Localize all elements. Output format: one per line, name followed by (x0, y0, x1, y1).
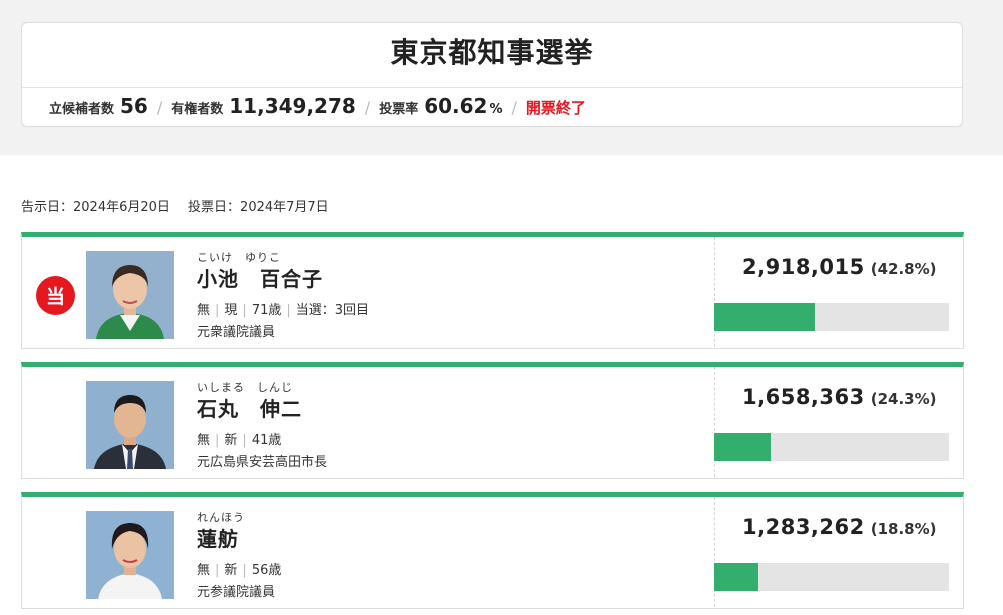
stats-row: 立候補者数 56 / 有権者数 11,349,278 / 投票率 60.62 %… (22, 88, 962, 118)
vote-count: 2,918,015 (742, 255, 865, 279)
candidate-party: 無 (197, 433, 211, 448)
candidate-status: 新 (224, 563, 238, 578)
candidate-age: 41歳 (251, 433, 282, 448)
candidate-career: 元参議院議員 (197, 585, 276, 600)
turnout-value: 60.62 (424, 94, 488, 118)
candidate-wins: 当選：3回目 (295, 303, 370, 318)
candidate-photo (86, 381, 174, 469)
announcement-date: 告示日：2024年6月20日 (21, 200, 170, 215)
candidate-age: 71歳 (251, 303, 282, 318)
summary-band: 東京都知事選挙 立候補者数 56 / 有権者数 11,349,278 / 投票率… (0, 0, 1003, 155)
vote-share-fill (714, 303, 815, 331)
candidate-party: 無 (197, 563, 211, 578)
count-status-badge: 開票終了 (525, 99, 586, 117)
elected-badge: 当 (36, 276, 75, 315)
stat-separator: / (364, 98, 371, 117)
election-summary: 東京都知事選挙 立候補者数 56 / 有権者数 11,349,278 / 投票率… (21, 22, 963, 127)
candidate-card[interactable]: いしまる しんじ 石丸 伸二 無 | 新 | 41歳 元広島県安芸高田市長 1,658,… (21, 362, 964, 479)
candidate-name[interactable]: 石丸 伸二 (197, 393, 302, 422)
vote-share-fill (714, 433, 772, 461)
candidate-photo (86, 251, 174, 339)
candidates-count-label: 立候補者数 (49, 102, 115, 117)
candidate-career: 元広島県安芸高田市長 (197, 455, 328, 470)
page-title: 東京都知事選挙 (22, 23, 962, 88)
candidate-card[interactable]: れんほう 蓮舫 無 | 新 | 56歳 元参議院議員 1,283,262 (18.8%) (21, 492, 964, 609)
stat-separator: / (156, 98, 163, 117)
candidate-name[interactable]: 小池 百合子 (197, 263, 323, 292)
candidate-status: 新 (224, 433, 238, 448)
stat-separator: / (511, 98, 517, 117)
election-dates: 告示日：2024年6月20日 投票日：2024年7月7日 (21, 196, 343, 215)
vote-percent: (42.8%) (870, 260, 937, 278)
candidate-card[interactable]: 当 こいけ ゆりこ 小池 百合子 無 | 現 | 71歳 | 当選：3回目 元衆議院議員 2… (21, 232, 964, 349)
vote-share-fill (714, 563, 759, 591)
vote-share-bar (714, 563, 949, 591)
vote-result: 2,918,015 (42.8%) (742, 255, 957, 279)
vote-share-bar (714, 433, 949, 461)
candidate-photo (86, 511, 174, 599)
voting-date: 投票日：2024年7月7日 (188, 200, 329, 215)
vote-count: 1,658,363 (742, 385, 865, 409)
turnout-label: 投票率 (379, 102, 419, 117)
vote-share-bar (714, 303, 949, 331)
candidate-attributes: 無 | 現 | 71歳 | 当選：3回目 (197, 303, 370, 318)
vote-percent: (24.3%) (870, 390, 937, 408)
candidate-attributes: 無 | 新 | 56歳 (197, 563, 282, 578)
candidate-party: 無 (197, 303, 211, 318)
candidate-career: 元衆議院議員 (197, 325, 276, 340)
candidate-attributes: 無 | 新 | 41歳 (197, 433, 282, 448)
vote-result: 1,283,262 (18.8%) (742, 515, 957, 539)
voters-count-label: 有権者数 (171, 102, 224, 117)
candidate-status: 現 (224, 303, 238, 318)
vote-count: 1,283,262 (742, 515, 865, 539)
vote-result: 1,658,363 (24.3%) (742, 385, 957, 409)
voters-count-value: 11,349,278 (229, 94, 356, 118)
candidates-count-value: 56 (120, 94, 148, 118)
candidate-age: 56歳 (251, 563, 282, 578)
candidate-name[interactable]: 蓮舫 (197, 523, 239, 552)
turnout-unit: % (489, 102, 503, 117)
vote-percent: (18.8%) (870, 520, 937, 538)
